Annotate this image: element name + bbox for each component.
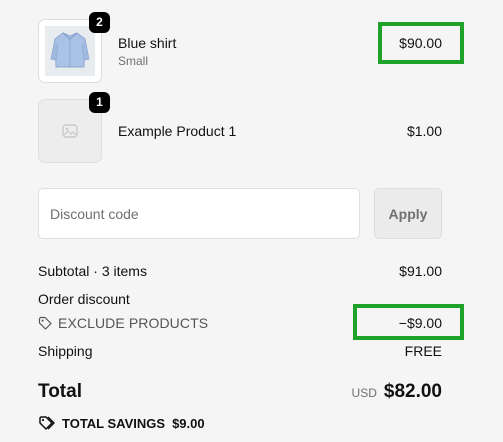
discount-highlight-box — [353, 304, 464, 340]
savings-tag-icon — [38, 415, 56, 431]
total-label: Total — [38, 381, 82, 402]
price-highlight-box — [378, 22, 464, 64]
total-amount: $82.00 — [383, 381, 442, 402]
tag-icon — [38, 316, 52, 330]
discount-code-input[interactable] — [38, 188, 360, 239]
shipping-value: FREE — [404, 343, 442, 359]
discount-code-name: EXCLUDE PRODUCTS — [58, 315, 209, 331]
product-thumbnail: 1 — [38, 92, 110, 163]
order-discount-label: Order discount — [38, 291, 130, 307]
shipping-label: Shipping — [38, 343, 93, 359]
product-title: Blue shirt — [118, 35, 177, 51]
quantity-badge: 1 — [89, 92, 110, 113]
quantity-badge: 2 — [89, 12, 110, 33]
product-thumbnail: 2 — [38, 12, 110, 83]
total-savings-label: TOTAL SAVINGS — [62, 415, 166, 431]
product-variant: Small — [118, 54, 149, 68]
subtotal-value: $91.00 — [399, 263, 442, 279]
line-item: 1 Example Product 1 $1.00 — [38, 92, 442, 163]
subtotal-label: Subtotal · 3 items — [38, 263, 147, 279]
total-price: USD $82.00 — [352, 380, 442, 404]
product-price: $1.00 — [406, 123, 442, 139]
total-savings: TOTAL SAVINGS $9.00 — [38, 414, 205, 432]
currency-code: USD — [351, 386, 377, 400]
apply-discount-button[interactable]: Apply — [374, 188, 442, 239]
product-title: Example Product 1 — [118, 123, 237, 139]
discount-code-tag: EXCLUDE PRODUCTS — [38, 314, 208, 332]
total-savings-value: $9.00 — [172, 415, 205, 431]
